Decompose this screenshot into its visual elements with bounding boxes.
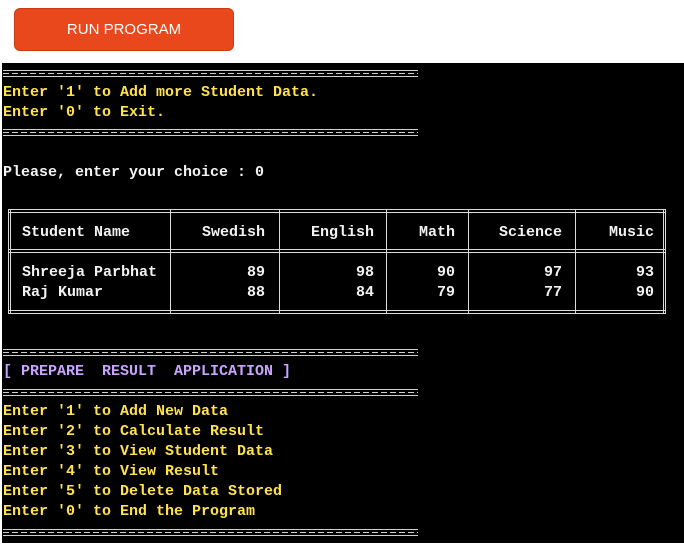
cell-english: 98 — [355, 264, 374, 281]
table-border-right-inner — [663, 209, 664, 314]
cell-student-name: Shreeja Parbhat — [22, 264, 158, 281]
table-border-left — [8, 209, 9, 314]
table-border-bottom — [8, 310, 666, 314]
header-math: Math — [418, 224, 455, 241]
cell-science: 77 — [543, 284, 562, 301]
menu-option-view-student: Enter '3' to View Student Data — [3, 443, 274, 460]
menu-option-add: Enter '1' to Add New Data — [3, 403, 229, 420]
table-border-top — [8, 209, 666, 213]
choice-line: Please, enter your choice : 0 — [3, 164, 265, 181]
menu-option-delete: Enter '5' to Delete Data Stored — [3, 483, 283, 500]
cell-swedish: 89 — [246, 264, 265, 281]
prompt-add-more: Enter '1' to Add more Student Data. — [3, 84, 319, 101]
header-science: Science — [498, 224, 562, 241]
table-border-right — [665, 209, 666, 314]
student-data-table: Student Name Swedish English Math Scienc… — [8, 209, 666, 314]
header-music: Music — [608, 224, 654, 241]
separator-line — [3, 70, 418, 77]
menu-option-calculate: Enter '2' to Calculate Result — [3, 423, 265, 440]
separator-line — [3, 389, 418, 396]
separator-line — [3, 349, 418, 356]
header-english: English — [310, 224, 374, 241]
console-output: Enter '1' to Add more Student Data. Ente… — [2, 63, 684, 543]
cell-math: 79 — [436, 284, 455, 301]
cell-music: 93 — [635, 264, 654, 281]
table-header-divider — [8, 249, 666, 253]
header-student-name: Student Name — [22, 224, 131, 241]
cell-english: 84 — [355, 284, 374, 301]
menu-option-end: Enter '0' to End the Program — [3, 503, 256, 520]
separator-line — [3, 529, 418, 536]
prompt-exit: Enter '0' to Exit. — [3, 104, 166, 121]
run-program-button[interactable]: RUN PROGRAM — [14, 8, 234, 51]
app-title: [ PREPARE RESULT APPLICATION ] — [3, 363, 292, 380]
cell-music: 90 — [635, 284, 654, 301]
cell-swedish: 88 — [246, 284, 265, 301]
cell-student-name: Raj Kumar — [22, 284, 104, 301]
separator-line — [3, 129, 418, 136]
table-border-left-inner — [10, 209, 11, 314]
menu-option-view-result: Enter '4' to View Result — [3, 463, 220, 480]
cell-math: 90 — [436, 264, 455, 281]
header-swedish: Swedish — [201, 224, 265, 241]
cell-science: 97 — [543, 264, 562, 281]
